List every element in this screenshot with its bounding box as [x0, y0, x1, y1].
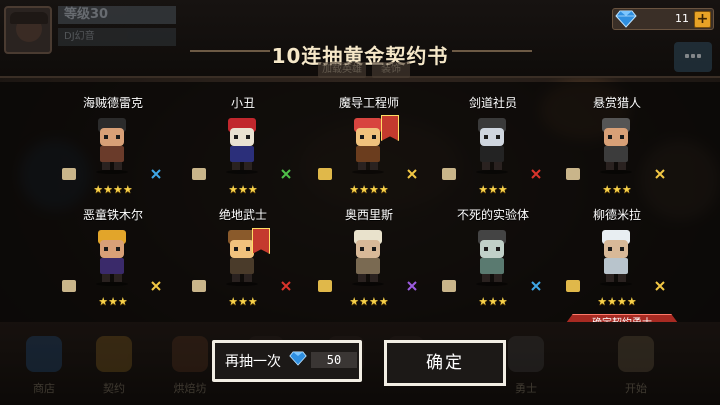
draw-again-label: 再抽一次 — [225, 354, 281, 370]
hero-card[interactable]: 柳德米拉 ★★★★ — [552, 206, 682, 326]
hero-name: 奥西里斯 — [344, 208, 393, 222]
hero-card[interactable]: 剑道社员 ★★★ — [428, 94, 558, 214]
hero-card[interactable]: 魔导工程师 ★★★★ — [304, 94, 434, 214]
magic-staff-icon — [407, 281, 417, 291]
hero-sprite — [476, 230, 508, 286]
hero-card[interactable]: 不死的实验体 ★★★ — [428, 206, 558, 326]
hero-name: 剑道社员 — [468, 96, 517, 110]
hero-card[interactable]: 悬赏猎人 ★★★ — [552, 94, 682, 214]
scroll-icon — [442, 280, 456, 292]
gem-icon — [289, 351, 307, 366]
rifle-icon — [655, 281, 665, 291]
hero-name: 魔导工程师 — [338, 96, 399, 110]
hero-name: 悬赏猎人 — [592, 96, 641, 110]
hero-stars: ★★★★ — [93, 183, 133, 196]
hero-card[interactable]: 奥西里斯 ★★★★ — [304, 206, 434, 326]
faded-tab: 装饰 — [372, 62, 410, 78]
hero-card[interactable]: 小丑 ★★★ — [178, 94, 308, 214]
wand-icon — [407, 169, 417, 179]
hero-sprite — [96, 230, 128, 286]
hero-sprite — [96, 118, 128, 174]
gem-counter: 11 + — [612, 8, 714, 30]
hero-stars: ★★★★ — [597, 295, 637, 308]
rifle-icon — [655, 169, 665, 179]
hero-name: 柳德米拉 — [592, 208, 641, 222]
scroll-icon — [566, 280, 580, 292]
hero-name: 海贼德雷克 — [82, 96, 143, 110]
shuriken-icon — [281, 169, 291, 179]
hero-name: 小丑 — [230, 96, 255, 110]
gem-icon — [615, 10, 637, 28]
hero-sprite — [352, 230, 384, 286]
hero-stars: ★★★ — [228, 183, 258, 196]
scroll-icon — [566, 168, 580, 180]
hero-name: 恶童铁木尔 — [82, 208, 143, 222]
hero-sprite — [476, 118, 508, 174]
hero-stars: ★★★ — [98, 295, 128, 308]
hero-sprite — [600, 230, 632, 286]
faded-tab: 加载英雄 — [318, 62, 366, 78]
hero-sprite — [226, 118, 258, 174]
hero-stars: ★★★★ — [349, 183, 389, 196]
gem-count: 11 — [675, 12, 689, 25]
hero-stars: ★★★ — [602, 183, 632, 196]
hero-card[interactable]: 绝地武士 ★★★ — [178, 206, 308, 326]
scroll-icon — [442, 168, 456, 180]
confirm-button[interactable]: 确定 — [384, 340, 506, 386]
scroll-icon — [318, 168, 332, 180]
hero-name: 不死的实验体 — [456, 208, 529, 222]
hero-stars: ★★★ — [228, 295, 258, 308]
hero-name: 绝地武士 — [218, 208, 267, 222]
staff-icon — [151, 281, 161, 291]
crossed-swords-icon — [531, 169, 541, 179]
draw-again-cost: 50 — [311, 352, 357, 368]
hero-stars: ★★★★ — [349, 295, 389, 308]
gem-icon — [531, 281, 541, 291]
confirm-label: 确定 — [387, 343, 503, 383]
scroll-icon — [318, 280, 332, 292]
scroll-icon — [192, 168, 206, 180]
gem-icon — [151, 169, 161, 179]
draw-again-button[interactable]: 再抽一次 50 — [212, 340, 362, 382]
player-level: 等级30 — [58, 6, 176, 24]
hero-sprite — [600, 118, 632, 174]
hero-stars: ★★★ — [478, 295, 508, 308]
add-gems-button[interactable]: + — [694, 11, 711, 28]
hero-card[interactable]: 海贼德雷克 ★★★★ — [48, 94, 178, 214]
scroll-icon — [192, 280, 206, 292]
hero-card[interactable]: 恶童铁木尔 ★★★ — [48, 206, 178, 326]
crossed-swords-icon — [281, 281, 291, 291]
scroll-icon — [62, 280, 76, 292]
hero-stars: ★★★ — [478, 183, 508, 196]
scroll-icon — [62, 168, 76, 180]
